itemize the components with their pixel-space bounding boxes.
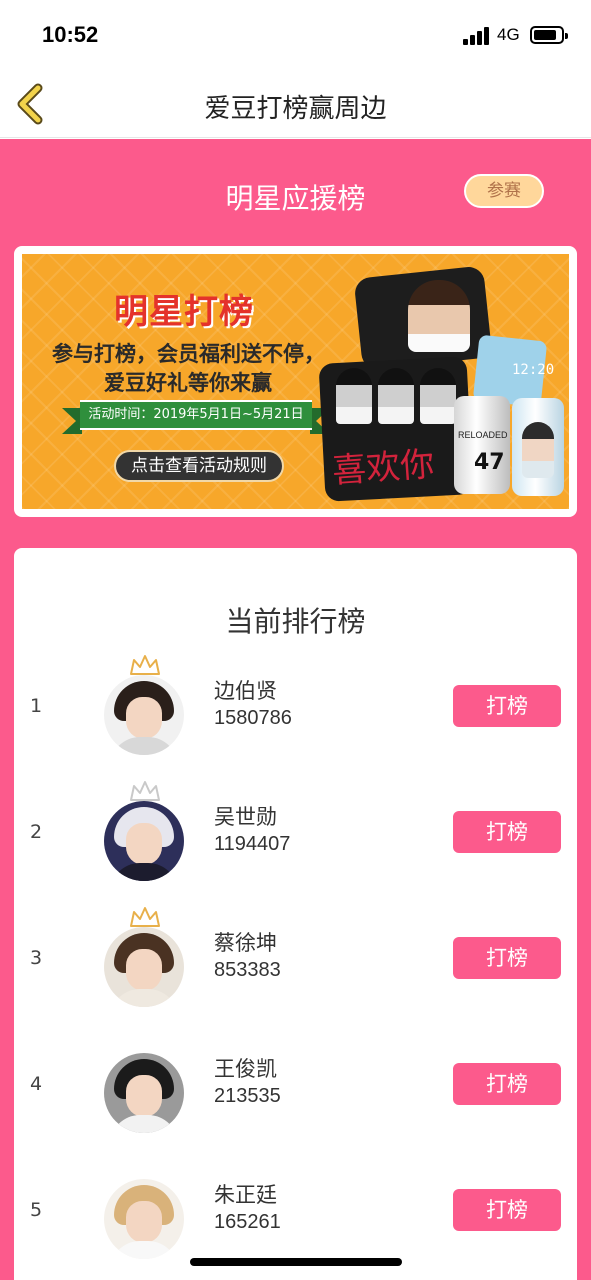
cube-clock-text: 12:20 — [512, 362, 555, 378]
star-name: 王俊凯 — [214, 1057, 277, 1081]
banner-headline: 明星打榜 — [114, 292, 254, 332]
status-bar: 10:52 4G — [0, 0, 591, 70]
vote-button[interactable]: 打榜 — [453, 1063, 561, 1105]
home-indicator[interactable] — [190, 1258, 402, 1266]
ranking-row: 1 边伯贤 1580786 打榜 — [14, 653, 577, 755]
nav-bar: 爱豆打榜赢周边 — [0, 70, 591, 138]
star-name: 吴世勋 — [214, 805, 277, 829]
page-title: 爱豆打榜赢周边 — [204, 94, 387, 124]
avatar-wrap — [104, 1031, 186, 1133]
star-name: 边伯贤 — [214, 679, 277, 703]
battery-icon — [530, 26, 568, 44]
ranking-card: 当前排行榜 1 边伯贤 1580786 打榜 2 吴世勋 1194407 打榜 … — [14, 548, 577, 1280]
crown-icon — [130, 907, 160, 927]
can-text: RELOADED — [458, 430, 508, 440]
rank-number: 1 — [30, 695, 43, 717]
vote-button[interactable]: 打榜 — [453, 1189, 561, 1231]
banner-text-line1: 参与打榜，会员福利送不停， — [52, 342, 325, 366]
network-label: 4G — [497, 25, 520, 44]
vote-button[interactable]: 打榜 — [453, 937, 561, 979]
pillow-photo — [408, 280, 470, 352]
banner-text-line2: 爱豆好礼等你来赢 — [104, 371, 272, 395]
avatar-wrap — [104, 1157, 186, 1259]
star-name: 蔡徐坤 — [214, 931, 277, 955]
can-logo: 47 — [474, 450, 505, 475]
rank-number: 3 — [30, 947, 43, 969]
activity-time: 活动时间：2019年5月1日~5月21日 — [88, 407, 304, 422]
star-votes: 165261 — [214, 1211, 281, 1233]
star-votes: 853383 — [214, 959, 281, 981]
crown-icon — [130, 781, 160, 801]
ranking-row: 5 朱正廷 165261 打榜 — [14, 1157, 577, 1259]
promo-banner[interactable]: 明星打榜 参与打榜，会员福利送不停， 爱豆好礼等你来赢 活动时间：2019年5月… — [22, 254, 569, 509]
star-votes: 213535 — [214, 1085, 281, 1107]
rules-button[interactable]: 点击查看活动规则 — [114, 450, 284, 482]
activity-ribbon: 活动时间：2019年5月1日~5月21日 — [62, 400, 330, 434]
banner-card[interactable]: 明星打榜 参与打榜，会员福利送不停， 爱豆好礼等你来赢 活动时间：2019年5月… — [14, 246, 577, 517]
crown-icon — [130, 655, 160, 675]
rank-number: 2 — [30, 821, 43, 843]
ranking-row: 4 王俊凯 213535 打榜 — [14, 1031, 577, 1133]
avatar[interactable] — [104, 1179, 184, 1259]
ranking-title: 当前排行榜 — [225, 605, 366, 638]
avatar-wrap — [104, 905, 186, 1007]
avatar[interactable] — [104, 675, 184, 755]
star-votes: 1580786 — [214, 707, 292, 729]
ranking-row: 3 蔡徐坤 853383 打榜 — [14, 905, 577, 1007]
can-image — [454, 396, 510, 494]
vote-button[interactable]: 打榜 — [453, 685, 561, 727]
pillow-group-photo — [326, 368, 464, 426]
pillow-script-text: 喜欢你 — [330, 444, 436, 492]
ranking-row: 2 吴世勋 1194407 打榜 — [14, 779, 577, 881]
join-button[interactable]: 参赛 — [464, 174, 544, 208]
avatar[interactable] — [104, 801, 184, 881]
vote-button[interactable]: 打榜 — [453, 811, 561, 853]
avatar-wrap — [104, 653, 186, 755]
main-content: 明星应援榜 参赛 明星打榜 参与打榜，会员福利送不停， 爱豆好礼等你来赢 活动时… — [0, 139, 591, 1280]
status-time: 10:52 — [42, 22, 99, 47]
star-name: 朱正廷 — [214, 1183, 277, 1207]
avatar[interactable] — [104, 927, 184, 1007]
avatar-wrap — [104, 779, 186, 881]
avatar[interactable] — [104, 1053, 184, 1133]
star-votes: 1194407 — [214, 833, 291, 855]
rank-number: 4 — [30, 1073, 43, 1095]
signal-icon — [463, 27, 491, 45]
rank-number: 5 — [30, 1199, 43, 1221]
can-photo — [522, 422, 554, 478]
